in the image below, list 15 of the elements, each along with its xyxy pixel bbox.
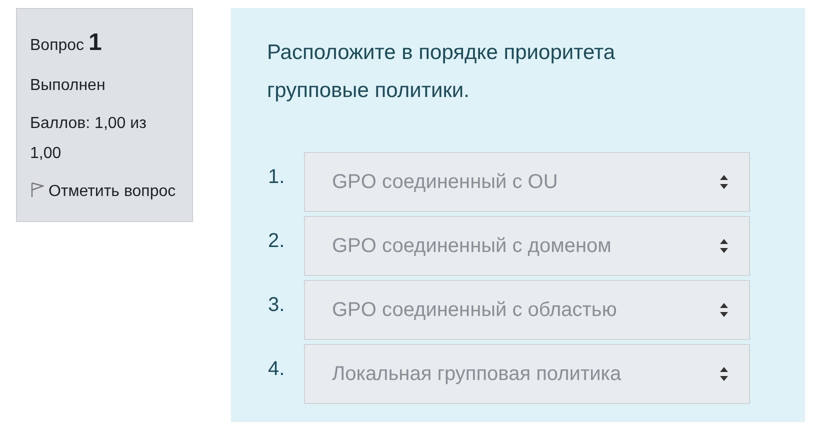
updown-caret-icon — [719, 302, 729, 318]
question-label: Вопрос — [30, 37, 84, 54]
answer-number: 1. — [267, 165, 286, 189]
flag-icon — [30, 182, 44, 198]
updown-caret-icon — [719, 366, 729, 382]
answer-number: 2. — [267, 229, 286, 253]
question-state: Выполнен — [30, 76, 106, 96]
flag-question-link[interactable]: Отметить вопрос — [30, 183, 176, 200]
updown-caret-icon — [719, 174, 729, 190]
question-number: 1 — [88, 29, 102, 56]
question-grade: Баллов: 1,00 из 1,00 — [30, 114, 148, 164]
answer-number: 4. — [267, 357, 286, 381]
question-text: Расположите в порядке приоритета групповые политики. — [267, 40, 616, 104]
answer-number: 3. — [267, 293, 286, 317]
updown-caret-icon — [719, 238, 729, 254]
